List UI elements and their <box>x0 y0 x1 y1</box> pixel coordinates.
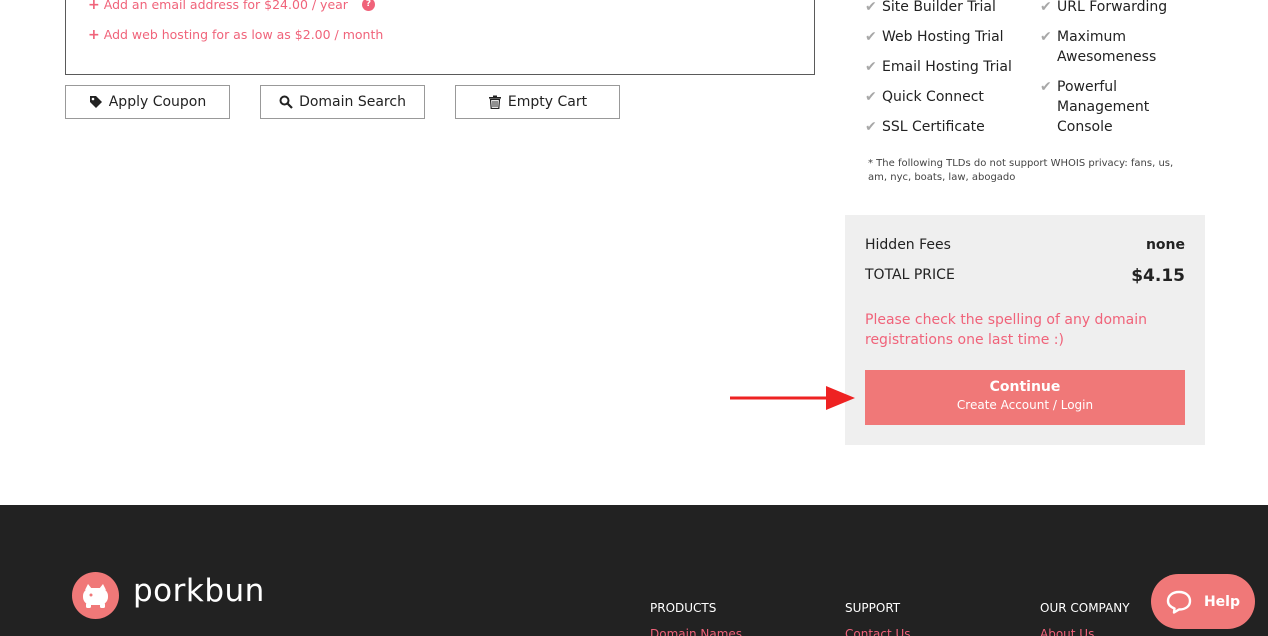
feature-item: ✔ Email Hosting Trial <box>865 57 1017 77</box>
arrow-icon <box>730 386 855 410</box>
trash-icon <box>488 95 501 109</box>
brand-name[interactable]: porkbun <box>133 573 265 609</box>
plus-icon: + <box>88 0 100 13</box>
add-email-label: Add an email address for $24.00 / year <box>103 0 348 12</box>
feature-label: Maximum Awesomeness <box>1057 29 1157 65</box>
site-footer: porkbun PRODUCTS Domain Names SUPPORT Co… <box>0 505 1268 636</box>
domain-search-label: Domain Search <box>299 94 406 110</box>
check-icon: ✔ <box>1040 29 1052 45</box>
add-email-link[interactable]: + Add an email address for $24.00 / year… <box>88 0 375 12</box>
apply-coupon-button[interactable]: Apply Coupon <box>65 85 230 119</box>
feature-item: ✔ SSL Certificate <box>865 117 1017 137</box>
continue-label: Continue <box>989 379 1061 395</box>
total-price-label: TOTAL PRICE <box>865 267 955 283</box>
footer-link-contact-us[interactable]: Contact Us <box>845 627 911 636</box>
apply-coupon-label: Apply Coupon <box>108 94 207 110</box>
feature-label: Site Builder Trial <box>882 0 996 15</box>
domain-search-button[interactable]: Domain Search <box>260 85 425 119</box>
spelling-notice: Please check the spelling of any domain … <box>865 312 1147 348</box>
check-icon: ✔ <box>865 0 877 15</box>
check-icon: ✔ <box>1040 79 1052 95</box>
search-icon <box>279 95 293 109</box>
feature-item: ✔ URL Forwarding <box>1040 0 1192 17</box>
hidden-fees-value: none <box>1145 237 1185 253</box>
footer-link-domain-names[interactable]: Domain Names <box>650 627 742 636</box>
check-icon: ✔ <box>865 119 877 135</box>
whois-note: * The following TLDs do not support WHOI… <box>868 158 1174 183</box>
feature-item: ✔ Quick Connect <box>865 87 1017 107</box>
feature-label: Powerful Management Console <box>1057 79 1150 135</box>
cart-addons-box: + Add an email address for $24.00 / year… <box>65 0 815 75</box>
pig-logo-icon[interactable] <box>72 572 119 619</box>
empty-cart-button[interactable]: Empty Cart <box>455 85 620 119</box>
footer-heading-products: PRODUCTS <box>650 601 717 615</box>
hidden-fees-label: Hidden Fees <box>865 237 951 253</box>
empty-cart-label: Empty Cart <box>507 94 588 110</box>
continue-sublabel: Create Account / Login <box>956 398 1094 412</box>
tag-icon <box>89 96 102 108</box>
feature-label: URL Forwarding <box>1057 0 1168 15</box>
help-button[interactable]: Help <box>1151 574 1255 629</box>
order-summary-panel: Hidden Fees none TOTAL PRICE $4.15 Pleas… <box>845 215 1205 445</box>
feature-label: SSL Certificate <box>882 119 985 135</box>
plus-icon: + <box>88 26 100 43</box>
continue-button[interactable]: Continue Create Account / Login <box>865 370 1185 425</box>
add-hosting-link[interactable]: + Add web hosting for as low as $2.00 / … <box>88 27 383 42</box>
check-icon: ✔ <box>865 29 877 45</box>
feature-label: Web Hosting Trial <box>882 29 1004 45</box>
chat-icon <box>1166 590 1192 614</box>
check-icon: ✔ <box>865 59 877 75</box>
feature-item: ✔ Web Hosting Trial <box>865 27 1017 47</box>
footer-heading-our-company: OUR COMPANY <box>1040 601 1130 615</box>
add-hosting-label: Add web hosting for as low as $2.00 / mo… <box>103 27 384 42</box>
feature-item: ✔ Site Builder Trial <box>865 0 1017 17</box>
check-icon: ✔ <box>1040 0 1052 15</box>
check-icon: ✔ <box>865 89 877 105</box>
feature-item: ✔ Powerful Management Console <box>1040 77 1177 137</box>
feature-item: ✔ Maximum Awesomeness <box>1040 27 1177 67</box>
total-price-value: $4.15 <box>1131 266 1185 286</box>
question-icon[interactable]: ? <box>361 0 375 11</box>
footer-link-about-us[interactable]: About Us <box>1040 627 1094 636</box>
footer-heading-support: SUPPORT <box>845 601 901 615</box>
feature-label: Quick Connect <box>882 89 984 105</box>
help-label: Help <box>1203 593 1241 610</box>
feature-label: Email Hosting Trial <box>882 59 1012 75</box>
